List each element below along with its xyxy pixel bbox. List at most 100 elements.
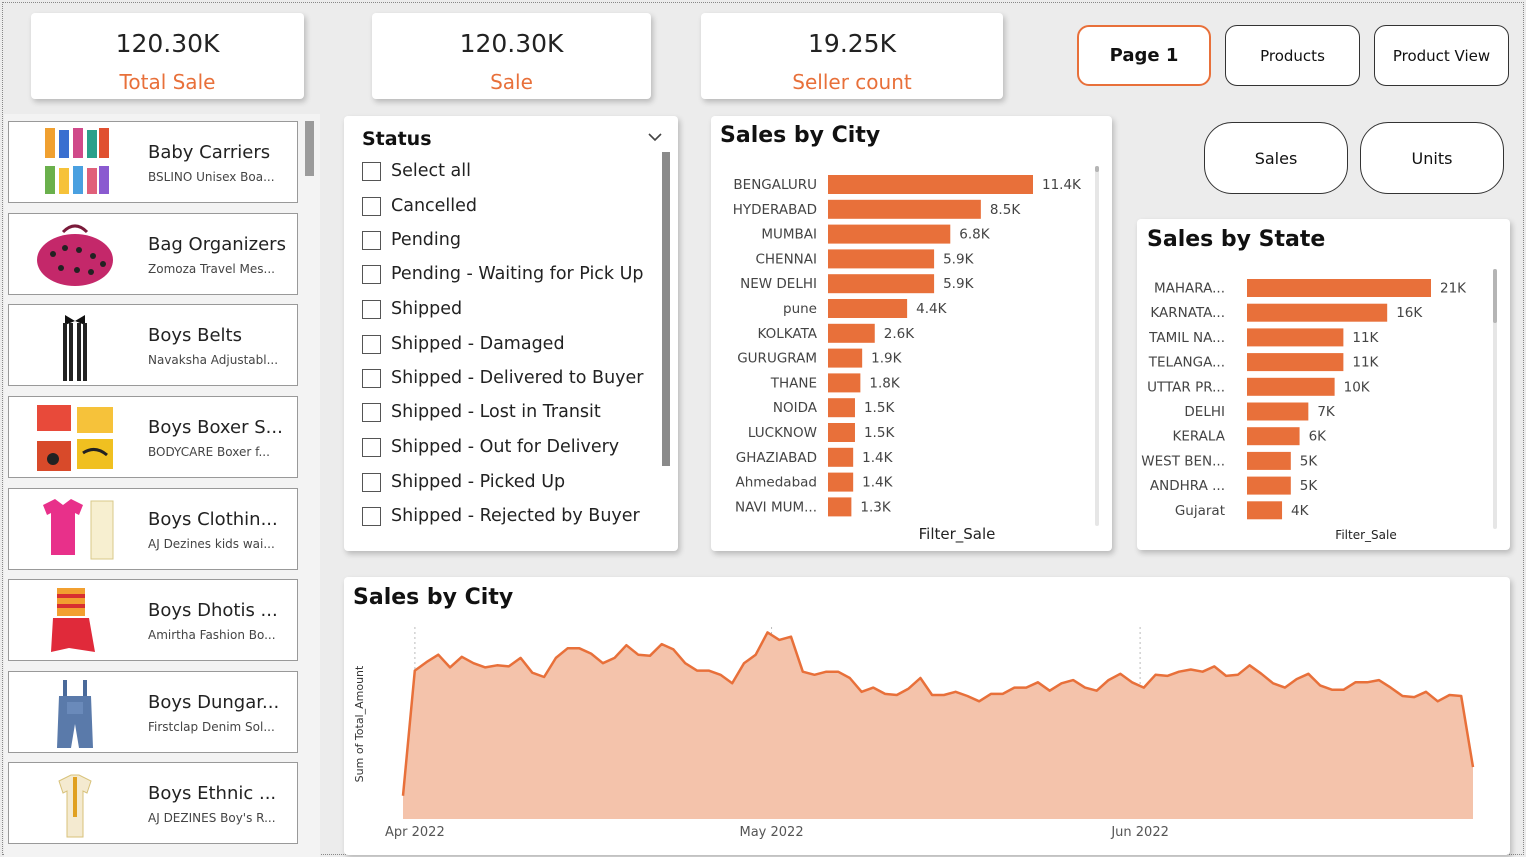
product-subtitle: Amirtha Fashion Bo... (148, 628, 276, 642)
bar[interactable] (828, 348, 863, 368)
list-item[interactable]: Boys Boxer S... BODYCARE Boxer f... (8, 396, 298, 478)
list-item[interactable]: Boys Dungar... Firstclap Denim Sol... (8, 671, 298, 753)
status-option[interactable]: Shipped - Delivered to Buyer (362, 365, 643, 391)
bar[interactable] (1247, 279, 1431, 297)
category-label: NEW DELHI (740, 276, 817, 292)
list-item[interactable]: Boys Dhotis ... Amirtha Fashion Bo... (8, 579, 298, 661)
checkbox[interactable] (362, 264, 381, 284)
data-label: 2.6K (884, 326, 915, 342)
chart-scrollbar-thumb[interactable] (1095, 166, 1099, 172)
bar[interactable] (1247, 427, 1300, 446)
list-item[interactable]: Boys Clothin... AJ Dezines kids wai... (8, 488, 298, 570)
product-view-button[interactable]: Product View (1374, 25, 1509, 86)
bar[interactable] (828, 373, 861, 393)
bar[interactable] (828, 175, 1033, 194)
bar[interactable] (1247, 501, 1283, 520)
bar[interactable] (1247, 402, 1309, 421)
state-bar-chart-card: Sales by State MAHARA... 21K KARNATA... 16K… (1137, 219, 1510, 550)
product-list-scroll-track[interactable] (304, 120, 314, 857)
category-label: ANDHRA ... (1150, 478, 1225, 494)
checkbox[interactable] (362, 299, 381, 319)
list-item[interactable]: Bag Organizers Zomoza Travel Mes... (8, 213, 298, 295)
sales-toggle-button[interactable]: Sales (1204, 122, 1348, 194)
bar[interactable] (1247, 377, 1335, 396)
category-label: THANE (770, 375, 817, 391)
checkbox[interactable] (362, 161, 381, 181)
status-option[interactable]: Shipped - Lost in Transit (362, 399, 601, 425)
category-label: pune (783, 301, 817, 317)
status-option[interactable]: Shipped - Damaged (362, 331, 565, 357)
status-option[interactable]: Pending - Waiting for Pick Up (362, 261, 644, 287)
product-subtitle: BODYCARE Boxer f... (148, 445, 270, 459)
bar[interactable] (1247, 476, 1291, 495)
list-item[interactable]: Baby Carriers BSLINO Unisex Boa... (8, 121, 298, 203)
product-list-scrollbar[interactable] (305, 121, 314, 176)
pink-shirt-image (43, 499, 114, 560)
category-label: LUCKNOW (748, 425, 817, 441)
page1-button[interactable]: Page 1 (1077, 25, 1211, 86)
list-item[interactable]: Boys Belts Navaksha Adjustabl... (8, 304, 298, 386)
bar[interactable] (828, 274, 935, 294)
bar[interactable] (1247, 328, 1344, 347)
x-tick-label: Apr 2022 (385, 825, 445, 840)
checkbox[interactable] (362, 230, 381, 250)
status-option[interactable]: Shipped (362, 296, 462, 322)
checkbox[interactable] (362, 402, 381, 422)
status-option[interactable]: Shipped - Rejected by Buyer (362, 503, 640, 529)
chart-scrollbar[interactable] (1095, 166, 1099, 526)
checkbox[interactable] (362, 437, 381, 457)
product-title: Bag Organizers (148, 234, 286, 255)
checkbox[interactable] (362, 196, 381, 216)
denim-dungaree-image (57, 680, 93, 748)
product-title: Boys Belts (148, 325, 242, 346)
bar[interactable] (828, 472, 854, 492)
checkbox[interactable] (362, 506, 381, 526)
category-label: MAHARA... (1154, 281, 1225, 297)
product-subtitle: Navaksha Adjustabl... (148, 353, 279, 367)
bar[interactable] (1247, 303, 1388, 322)
bar[interactable] (828, 323, 875, 343)
bar[interactable] (828, 249, 935, 269)
status-option[interactable]: Select all (362, 158, 471, 184)
status-option[interactable]: Pending (362, 227, 461, 253)
option-label: Shipped - Damaged (391, 334, 565, 354)
category-label: UTTAR PR... (1147, 379, 1225, 395)
category-label: Gujarat (1175, 503, 1225, 519)
units-toggle-button[interactable]: Units (1360, 122, 1504, 194)
data-label: 1.8K (869, 375, 900, 391)
data-label: 10K (1344, 379, 1371, 395)
bar[interactable] (828, 299, 908, 318)
bar[interactable] (1247, 353, 1344, 372)
data-label: 1.5K (864, 400, 895, 416)
x-axis-title: Filter_Sale (919, 525, 996, 544)
slicer-title: Status (362, 128, 432, 150)
bar[interactable] (828, 199, 981, 219)
data-label: 4K (1291, 503, 1310, 519)
x-tick-label: Jun 2022 (1110, 825, 1169, 840)
products-button[interactable]: Products (1225, 25, 1360, 86)
x-axis-title: Filter_Sale (1335, 528, 1396, 542)
bar[interactable] (1247, 451, 1291, 470)
checkbox[interactable] (362, 334, 381, 354)
status-option[interactable]: Cancelled (362, 193, 477, 219)
category-label: Ahmedabad (735, 475, 817, 491)
chart-scrollbar-thumb[interactable] (1493, 269, 1497, 323)
checkbox[interactable] (362, 368, 381, 388)
category-label: DELHI (1184, 404, 1225, 420)
status-option[interactable]: Shipped - Out for Delivery (362, 434, 619, 460)
bar[interactable] (828, 398, 855, 418)
list-item[interactable]: Boys Ethnic ... AJ DEZINES Boy's R... (8, 762, 298, 844)
bar[interactable] (828, 447, 854, 467)
data-label: 1.5K (864, 425, 895, 441)
bar[interactable] (828, 497, 852, 517)
status-option[interactable]: Shipped - Picked Up (362, 469, 565, 495)
checkbox[interactable] (362, 472, 381, 492)
option-label: Shipped - Out for Delivery (391, 437, 620, 457)
product-subtitle: Firstclap Denim Sol... (148, 720, 275, 734)
data-label: 7K (1317, 404, 1336, 420)
bar[interactable] (828, 224, 951, 244)
category-label: NOIDA (773, 400, 818, 416)
chevron-down-icon[interactable] (646, 128, 664, 146)
slicer-scrollbar[interactable] (662, 152, 670, 466)
bar[interactable] (828, 423, 855, 442)
